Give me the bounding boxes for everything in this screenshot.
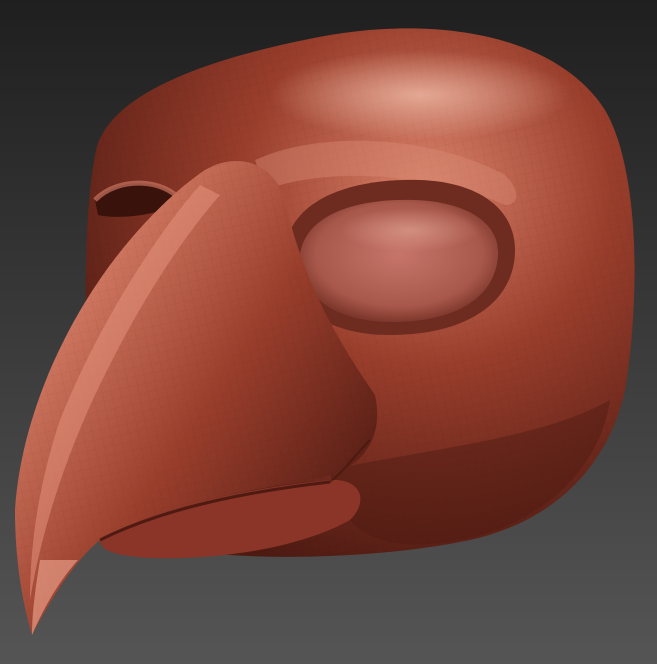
head-highlight [270, 50, 570, 140]
right-eye-highlight [340, 208, 480, 252]
sculpt-canvas[interactable] [0, 0, 657, 664]
sculpt-viewport[interactable] [0, 0, 657, 664]
